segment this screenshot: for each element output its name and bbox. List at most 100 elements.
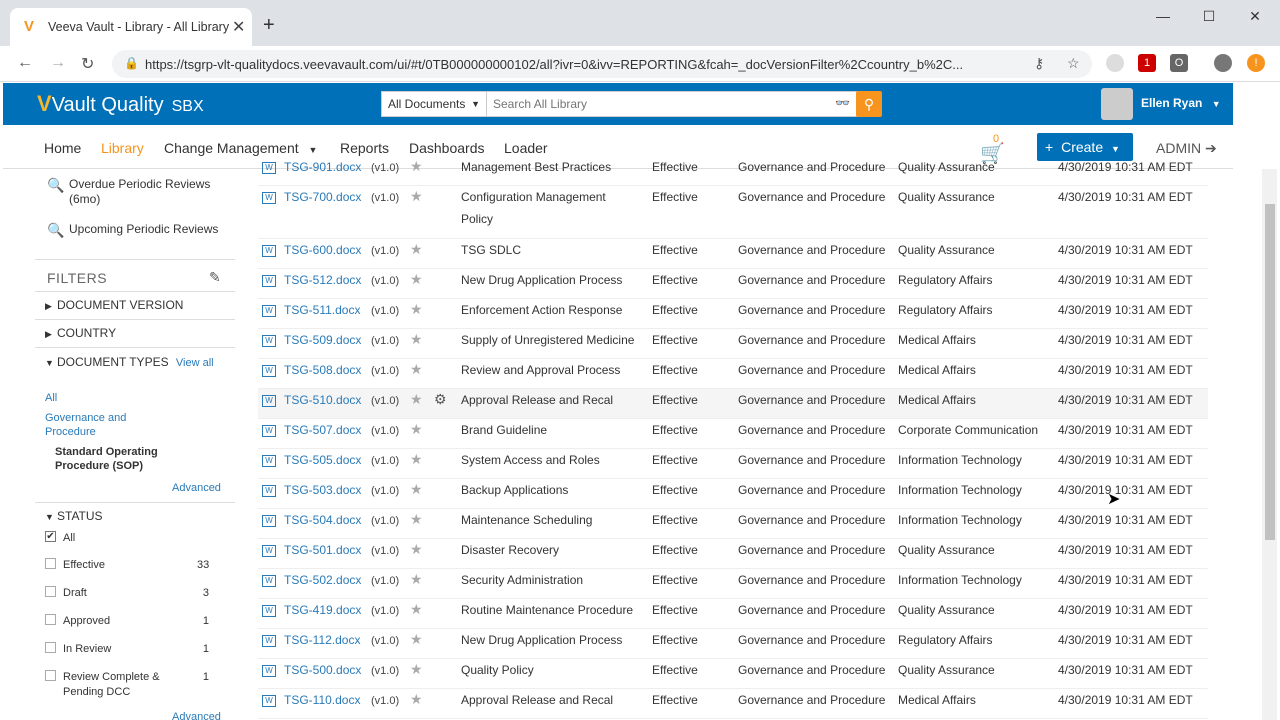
- table-row[interactable]: W TSG-507.docx (v1.0) ★ Brand Guideline Effec…: [258, 419, 1208, 449]
- checkbox[interactable]: [45, 614, 56, 625]
- vault-logo[interactable]: VVault Quality SBX: [37, 91, 204, 117]
- favorite-star-icon[interactable]: ★: [410, 572, 423, 587]
- binoculars-icon[interactable]: 👓: [835, 96, 850, 110]
- cart-button[interactable]: 0 🛒: [978, 133, 1012, 165]
- table-row[interactable]: W TSG-502.docx (v1.0) ★ Security Administrat…: [258, 569, 1208, 599]
- nav-loader[interactable]: Loader: [504, 140, 548, 156]
- favorite-star-icon[interactable]: ★: [410, 542, 423, 557]
- table-row[interactable]: W TSG-512.docx (v1.0) ★ New Drug Application…: [258, 269, 1208, 299]
- table-row[interactable]: W TSG-700.docx (v1.0) ★ Configuration Manage…: [258, 186, 1208, 239]
- nav-home[interactable]: Home: [44, 140, 81, 156]
- facet-document-version[interactable]: ▶ DOCUMENT VERSION: [45, 298, 183, 312]
- scroll-thumb[interactable]: [1265, 204, 1275, 540]
- favorite-star-icon[interactable]: ★: [410, 332, 423, 347]
- checkbox-checked[interactable]: ✔: [45, 531, 56, 542]
- table-row[interactable]: W TSG-419.docx (v1.0) ★ Routine Maintenance …: [258, 599, 1208, 629]
- doc-name-link[interactable]: TSG-508.docx: [284, 363, 361, 378]
- favorite-star-icon[interactable]: ★: [410, 242, 423, 257]
- window-close-icon[interactable]: ✕: [1240, 8, 1270, 25]
- back-icon[interactable]: ←: [17, 54, 33, 72]
- forward-icon[interactable]: →: [50, 54, 66, 72]
- doc-name-link[interactable]: TSG-700.docx: [284, 190, 361, 205]
- nav-change-management[interactable]: Change Management ▼: [164, 140, 317, 156]
- tab-close-icon[interactable]: ✕: [232, 17, 245, 37]
- doc-name-link[interactable]: TSG-110.docx: [284, 693, 360, 708]
- reload-icon[interactable]: ↻: [81, 54, 94, 74]
- favorite-star-icon[interactable]: ★: [410, 452, 423, 467]
- status-option-review-complete[interactable]: Review Complete & Pending DCC 1: [45, 670, 225, 700]
- table-row[interactable]: W TSG-112.docx (v1.0) ★ New Drug Application…: [258, 629, 1208, 659]
- user-menu[interactable]: Ellen Ryan ▼: [1141, 96, 1221, 110]
- favorite-star-icon[interactable]: ★: [410, 602, 423, 617]
- doc-name-link[interactable]: TSG-112.docx: [284, 633, 360, 648]
- doc-name-link[interactable]: TSG-504.docx: [284, 513, 361, 528]
- saved-view-overdue[interactable]: 🔍 Overdue Periodic Reviews (6mo): [47, 177, 227, 209]
- doc-name-link[interactable]: TSG-501.docx: [284, 543, 361, 558]
- search-scope-dropdown[interactable]: All Documents ▼: [381, 91, 487, 117]
- doc-name-link[interactable]: TSG-500.docx: [284, 663, 361, 678]
- favorite-star-icon[interactable]: ★: [410, 482, 423, 497]
- gear-icon[interactable]: ⚙: [434, 392, 447, 407]
- favorite-star-icon[interactable]: ★: [410, 392, 423, 407]
- doc-name-link[interactable]: TSG-510.docx: [284, 393, 361, 408]
- favorite-star-icon[interactable]: ★: [410, 189, 423, 204]
- table-row[interactable]: W TSG-901.docx (v1.0) ★ Management Best Prac…: [258, 160, 1208, 186]
- table-row[interactable]: W TSG-505.docx (v1.0) ★ System Access and Ro…: [258, 449, 1208, 479]
- view-all-link[interactable]: View all: [176, 357, 214, 369]
- page-scrollbar[interactable]: [1262, 169, 1277, 720]
- doc-type-gov-proc-link[interactable]: Governance and Procedure: [45, 411, 155, 439]
- table-row[interactable]: W TSG-508.docx (v1.0) ★ Review and Approval …: [258, 359, 1208, 389]
- table-row[interactable]: W TSG-510.docx (v1.0) ★ ⚙ Approval Release an…: [258, 389, 1208, 419]
- doc-name-link[interactable]: TSG-509.docx: [284, 333, 361, 348]
- key-icon[interactable]: ⚷: [1034, 55, 1044, 72]
- doc-name-link[interactable]: TSG-502.docx: [284, 573, 361, 588]
- favorite-star-icon[interactable]: ★: [410, 362, 423, 377]
- avatar[interactable]: [1101, 88, 1133, 120]
- table-row[interactable]: W TSG-503.docx (v1.0) ★ Backup Applications E…: [258, 479, 1208, 509]
- doc-name-link[interactable]: TSG-901.docx: [284, 160, 361, 175]
- doc-name-link[interactable]: TSG-512.docx: [284, 273, 361, 288]
- extension-outlook-icon[interactable]: O: [1170, 54, 1188, 72]
- facet-document-types[interactable]: ▼ DOCUMENT TYPES View all: [45, 354, 215, 372]
- advanced-link[interactable]: Advanced: [172, 711, 221, 720]
- search-button[interactable]: ⚲: [856, 91, 882, 117]
- checkbox[interactable]: [45, 586, 56, 597]
- table-row[interactable]: W TSG-501.docx (v1.0) ★ Disaster Recovery Eff…: [258, 539, 1208, 569]
- facet-country[interactable]: ▶ COUNTRY: [45, 326, 116, 340]
- favorite-star-icon[interactable]: ★: [410, 692, 423, 707]
- favorite-star-icon[interactable]: ★: [410, 632, 423, 647]
- new-tab-icon[interactable]: +: [263, 15, 275, 35]
- doc-name-link[interactable]: TSG-600.docx: [284, 243, 361, 258]
- favorite-star-icon[interactable]: ★: [410, 422, 423, 437]
- extension-icon[interactable]: [1106, 54, 1124, 72]
- favorite-star-icon[interactable]: ★: [410, 302, 423, 317]
- doc-name-link[interactable]: TSG-507.docx: [284, 423, 361, 438]
- nav-library[interactable]: Library: [101, 140, 144, 156]
- browser-tab[interactable]: V Veeva Vault - Library - All Library ✕: [10, 8, 252, 46]
- create-button[interactable]: + Create ▼: [1037, 133, 1133, 161]
- table-row[interactable]: W TSG-110.docx (v1.0) ★ Approval Release and…: [258, 689, 1208, 719]
- profile-avatar-icon[interactable]: [1214, 54, 1232, 72]
- favorite-star-icon[interactable]: ★: [410, 160, 423, 174]
- doc-name-link[interactable]: TSG-419.docx: [284, 603, 361, 618]
- doc-name-link[interactable]: TSG-505.docx: [284, 453, 361, 468]
- doc-name-link[interactable]: TSG-503.docx: [284, 483, 361, 498]
- favorite-star-icon[interactable]: ★: [410, 512, 423, 527]
- advanced-link[interactable]: Advanced: [172, 482, 221, 494]
- checkbox[interactable]: [45, 670, 56, 681]
- chrome-menu-icon[interactable]: !: [1247, 54, 1265, 72]
- edit-pencil-icon[interactable]: ✎: [209, 269, 221, 286]
- table-row[interactable]: W TSG-504.docx (v1.0) ★ Maintenance Scheduli…: [258, 509, 1208, 539]
- nav-reports[interactable]: Reports: [340, 140, 389, 156]
- facet-status[interactable]: ▼ STATUS: [45, 509, 103, 523]
- table-row[interactable]: W TSG-511.docx (v1.0) ★ Enforcement Action R…: [258, 299, 1208, 329]
- favorite-star-icon[interactable]: ★: [410, 662, 423, 677]
- search-input[interactable]: [487, 92, 807, 116]
- doc-type-all-link[interactable]: All: [45, 392, 57, 404]
- bookmark-star-icon[interactable]: ☆: [1067, 55, 1080, 72]
- admin-link[interactable]: ADMIN ➔: [1156, 140, 1217, 157]
- checkbox[interactable]: [45, 558, 56, 569]
- maximize-icon[interactable]: ☐: [1194, 8, 1224, 25]
- checkbox[interactable]: [45, 642, 56, 653]
- minimize-icon[interactable]: —: [1148, 8, 1178, 24]
